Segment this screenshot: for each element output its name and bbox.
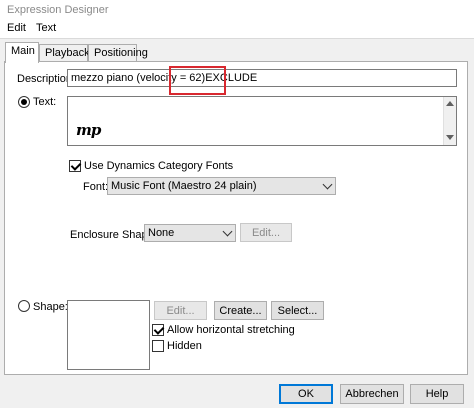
shape-radio[interactable] [18, 300, 30, 312]
ok-button[interactable]: OK [279, 384, 333, 404]
dynamic-mp-glyph: mp [76, 121, 101, 139]
tab-main[interactable]: Main [5, 42, 39, 63]
hidden-checkbox[interactable] [152, 340, 164, 352]
allow-stretching-label: Allow horizontal stretching [167, 324, 295, 336]
chevron-down-icon [222, 226, 233, 237]
title-bar: Expression Designer [0, 0, 474, 20]
tab-positioning[interactable]: Positioning [88, 44, 148, 61]
dynamics-fonts-label: Use Dynamics Category Fonts [84, 160, 234, 172]
cancel-button[interactable]: Abbrechen [340, 384, 404, 404]
allow-stretching-checkbox[interactable] [152, 324, 164, 336]
shape-radio-label: Shape: [33, 301, 68, 313]
scroll-down-arrow-icon[interactable] [446, 135, 454, 140]
shape-preview-box[interactable] [67, 300, 150, 370]
shape-create-button[interactable]: Create... [214, 301, 267, 320]
text-radio[interactable] [18, 96, 30, 108]
enclosure-edit-button[interactable]: Edit... [240, 223, 292, 242]
menu-edit[interactable]: Edit [7, 22, 26, 34]
font-label: Font: [83, 181, 109, 193]
menu-bar [0, 20, 474, 38]
text-preview-scrollbar[interactable] [443, 97, 456, 145]
text-preview-box[interactable]: mp [67, 96, 457, 146]
shape-select-button[interactable]: Select... [271, 301, 324, 320]
dynamics-fonts-checkbox[interactable] [69, 160, 81, 172]
font-select[interactable]: Music Font (Maestro 24 plain) [107, 177, 336, 195]
enclosure-shape-select[interactable]: None [144, 224, 236, 242]
enclosure-shape-value: None [148, 227, 175, 239]
shape-edit-button[interactable]: Edit... [154, 301, 207, 320]
tab-playback[interactable]: Playback [39, 44, 90, 61]
chevron-down-icon [322, 179, 333, 190]
scroll-up-arrow-icon[interactable] [446, 101, 454, 106]
text-radio-label: Text: [33, 96, 57, 108]
tab-positioning-label: Positioning [94, 47, 148, 59]
tab-main-label: Main [11, 45, 35, 57]
font-select-value: Music Font (Maestro 24 plain) [111, 180, 257, 192]
description-input[interactable]: mezzo piano (velocity = 62)EXCLUDE [67, 69, 457, 87]
help-button[interactable]: Help [410, 384, 464, 404]
window-title: Expression Designer [7, 4, 109, 16]
description-value: mezzo piano (velocity = 62)EXCLUDE [71, 72, 258, 84]
highlight-annotation [169, 66, 226, 95]
hidden-label: Hidden [167, 340, 202, 352]
tab-playback-label: Playback [45, 47, 90, 59]
menu-text[interactable]: Text [36, 22, 56, 34]
